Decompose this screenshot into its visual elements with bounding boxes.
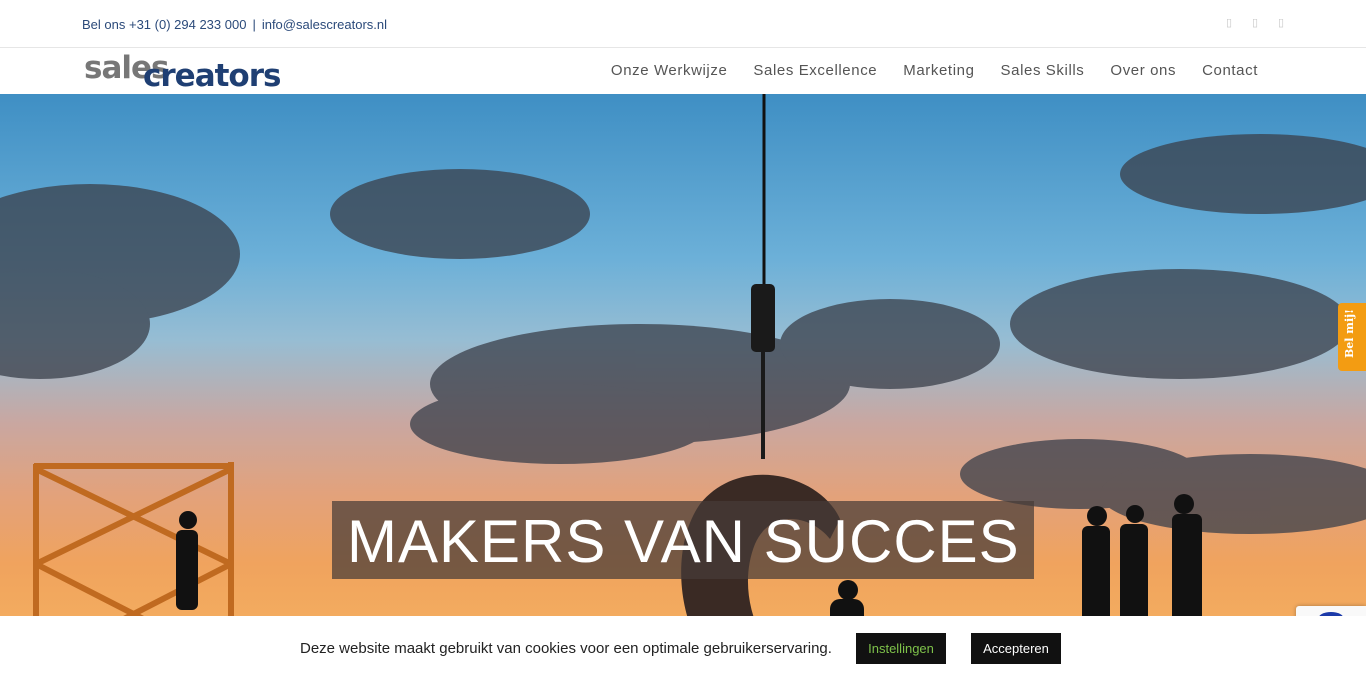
linkedin-icon[interactable]: ▯ <box>1276 16 1286 30</box>
hero-banner: MAKERS VAN SUCCES <box>0 94 1366 681</box>
crane-hook <box>751 284 775 352</box>
nav-item-contact[interactable]: Contact <box>1202 62 1258 79</box>
cookie-settings-button[interactable]: Instellingen <box>856 633 946 664</box>
facebook-icon[interactable]: ▯ <box>1224 16 1234 30</box>
cookie-accept-button[interactable]: Accepteren <box>971 633 1061 664</box>
phone-link[interactable]: Bel ons +31 (0) 294 233 000 <box>82 17 246 32</box>
call-me-label: Bel mij! <box>1343 309 1356 358</box>
clouds <box>0 134 1366 534</box>
hero-headline-box: MAKERS VAN SUCCES <box>332 501 1034 579</box>
site-logo[interactable]: sales creators <box>84 50 281 94</box>
nav-item-over-ons[interactable]: Over ons <box>1110 62 1176 79</box>
cookie-message: Deze website maakt gebruikt van cookies … <box>300 640 832 657</box>
social-links: ▯ ▯ ▯ <box>1224 16 1286 30</box>
main-navbar: sales creators Onze Werkwijze Sales Exce… <box>0 48 1366 94</box>
nav-item-marketing[interactable]: Marketing <box>903 62 974 79</box>
email-link[interactable]: info@salescreators.nl <box>262 17 387 32</box>
nav-item-sales-skills[interactable]: Sales Skills <box>1001 62 1085 79</box>
cookie-banner: Deze website maakt gebruikt van cookies … <box>0 616 1366 681</box>
top-bar: Bel ons +31 (0) 294 233 000 | info@salescr… <box>0 0 1366 48</box>
nav-item-sales-excellence[interactable]: Sales Excellence <box>753 62 877 79</box>
contact-separator: | <box>252 17 256 32</box>
main-menu: Onze Werkwijze Sales Excellence Marketin… <box>611 62 1258 79</box>
twitter-icon[interactable]: ▯ <box>1250 16 1260 30</box>
logo-creators: creators <box>143 58 281 94</box>
contact-info: Bel ons +31 (0) 294 233 000 | info@salescr… <box>82 17 387 32</box>
nav-item-onze-werkwijze[interactable]: Onze Werkwijze <box>611 62 727 79</box>
hero-illustration <box>0 94 1366 681</box>
call-me-tab[interactable]: Bel mij! <box>1338 303 1366 371</box>
hero-headline: MAKERS VAN SUCCES <box>347 508 1020 575</box>
